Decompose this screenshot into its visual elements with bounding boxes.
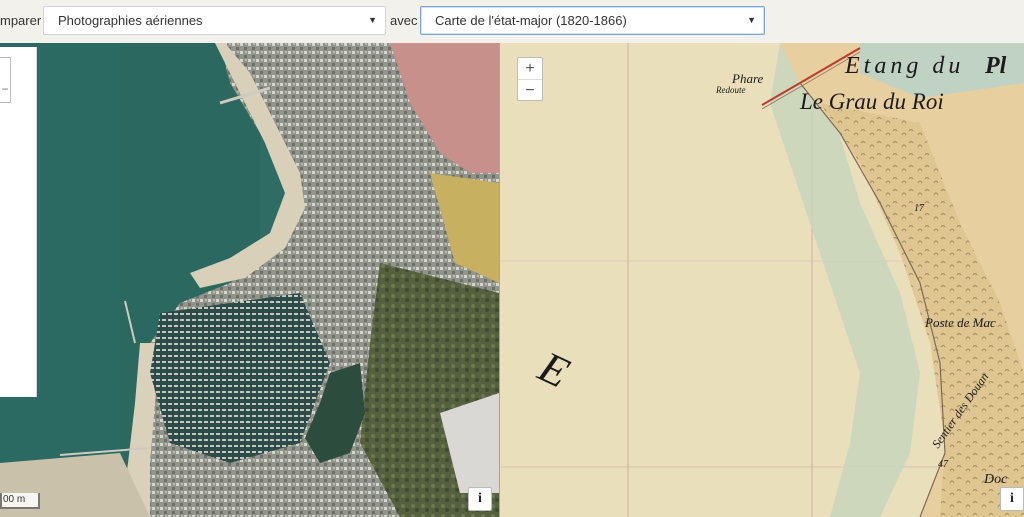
- historic-map-imagery: Phare Redoute Etang du Pl Le Grau du Roi…: [500, 43, 1024, 517]
- zoom-out-button[interactable]: −: [518, 79, 542, 101]
- left-layer-value: Photographies aériennes: [58, 13, 203, 28]
- aerial-map-imagery: [0, 43, 499, 517]
- poste-label: Poste de Mac: [924, 315, 996, 330]
- zoom-control-left[interactable]: −: [0, 57, 11, 103]
- chevron-down-icon: ▼: [368, 15, 377, 25]
- etang-label-end: Pl: [984, 53, 1007, 79]
- info-button-right[interactable]: i: [1000, 487, 1024, 511]
- right-layer-select[interactable]: Carte de l'état-major (1820-1866) ▼: [420, 6, 765, 35]
- historic-map[interactable]: Phare Redoute Etang du Pl Le Grau du Roi…: [500, 43, 1024, 517]
- compare-toolbar: mparer Photographies aériennes ▼ avec Ca…: [0, 0, 1024, 43]
- chevron-down-icon: ▼: [747, 15, 756, 25]
- num-47-label: 47: [938, 459, 949, 470]
- zoom-control-right[interactable]: + −: [517, 57, 543, 101]
- right-layer-value: Carte de l'état-major (1820-1866): [435, 13, 627, 28]
- phare-label: Phare: [731, 71, 764, 86]
- zoom-in-button[interactable]: +: [518, 58, 542, 79]
- zoom-out-icon[interactable]: −: [0, 82, 10, 96]
- info-button-left[interactable]: i: [468, 487, 492, 511]
- with-label: avec: [390, 13, 418, 28]
- etang-label: Etang du: [844, 53, 964, 79]
- grau-label: Le Grau du Roi: [799, 89, 944, 114]
- num-17-label: 17: [914, 203, 925, 214]
- left-layer-select[interactable]: Photographies aériennes ▼: [43, 6, 386, 35]
- aerial-map[interactable]: [0, 43, 499, 517]
- compare-label: mparer: [0, 13, 42, 28]
- doc-label: Doc: [983, 472, 1008, 487]
- scale-bar: 00 m: [0, 493, 40, 509]
- redoute-label: Redoute: [715, 85, 746, 95]
